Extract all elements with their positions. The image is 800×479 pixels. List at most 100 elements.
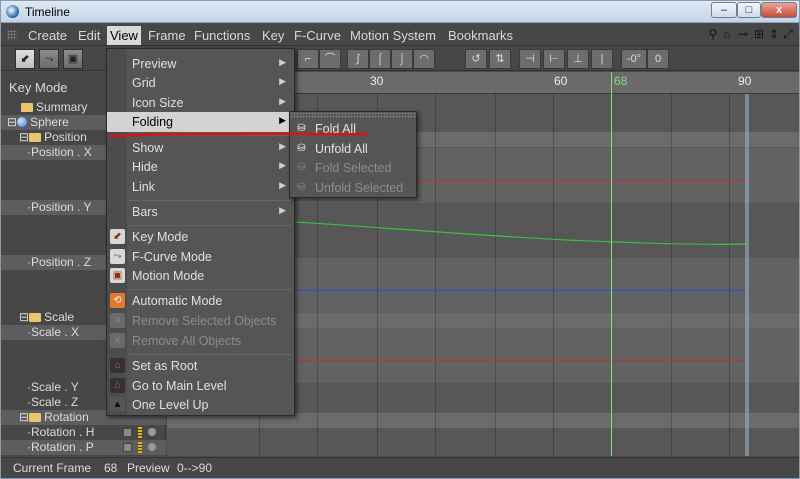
menu-item-label: F-Curve Mode — [132, 250, 212, 264]
tree-label: ·Rotation . H — [27, 425, 95, 439]
tree-item-rotation-p[interactable]: ·Rotation . P — [1, 440, 166, 455]
menu-item-label: Motion Mode — [132, 269, 205, 283]
scroll-icon[interactable]: ⇕ — [768, 28, 780, 40]
menu-bar: Create Edit View Frame Functions Key F-C… — [1, 24, 799, 46]
track-icon[interactable] — [123, 428, 132, 437]
grid-line — [435, 94, 436, 456]
menu-item-main-level[interactable]: ⌂ Go to Main Level — [107, 376, 294, 396]
spline-icon[interactable]: ∫ — [347, 49, 369, 69]
menu-item-set-as-root[interactable]: ⌂ Set as Root — [107, 356, 294, 376]
submenu-grip — [290, 112, 416, 118]
tree-label-text: Rotation . P — [31, 440, 94, 454]
menu-item-remove-selected[interactable]: ⨯ Remove Selected Objects — [107, 311, 294, 331]
menu-item-preview[interactable]: Preview ▶ — [107, 54, 294, 74]
menu-item-motion-mode[interactable]: ▣ Motion Mode — [107, 266, 294, 286]
ease-icon[interactable]: ◠ — [413, 49, 435, 69]
clamp-icon[interactable]: ⊥ — [567, 49, 589, 69]
submenu-item-label: Fold Selected — [315, 161, 392, 175]
track-dot-icon[interactable] — [148, 428, 156, 436]
chevron-right-icon: ▶ — [279, 141, 286, 151]
menu-item-label: Icon Size — [132, 96, 184, 110]
app-icon — [6, 5, 19, 18]
lock-tangent-icon[interactable]: ⊣ — [519, 49, 541, 69]
menu-frame[interactable]: Frame — [145, 27, 189, 44]
menu-item-icon-size[interactable]: Icon Size ▶ — [107, 93, 294, 113]
menu-key[interactable]: Key — [259, 27, 287, 44]
track-bar-icon — [138, 427, 142, 438]
menu-create[interactable]: Create — [25, 27, 70, 44]
key-mode-icon[interactable]: ⬋ — [15, 49, 35, 69]
menu-item-bars[interactable]: Bars ▶ — [107, 202, 294, 222]
menu-edit[interactable]: Edit — [75, 27, 103, 44]
chevron-right-icon: ▶ — [279, 96, 286, 106]
menu-motion-system[interactable]: Motion System — [347, 27, 439, 44]
annotation-path — [109, 132, 369, 139]
tree-label-text: Position . Y — [31, 200, 92, 214]
current-frame-line[interactable] — [611, 72, 612, 456]
menu-bookmarks[interactable]: Bookmarks — [445, 27, 516, 44]
rotate-tangent-icon[interactable]: | — [591, 49, 613, 69]
menu-functions[interactable]: Functions — [191, 27, 253, 44]
menu-item-label: Bars — [132, 205, 158, 219]
tree-label: ·Scale . Y — [27, 380, 79, 394]
fcurve-mode-icon[interactable]: ⤳ — [39, 49, 59, 69]
auto-mode-icon: ⟲ — [110, 293, 125, 308]
sphere-icon — [17, 117, 28, 127]
tree-label: Scale — [44, 310, 75, 324]
step-icon[interactable]: ⌒ — [319, 49, 341, 69]
close-button[interactable]: x — [761, 2, 797, 18]
track-dot-icon[interactable] — [148, 443, 156, 451]
status-frame-label: Current Frame — [13, 461, 92, 475]
menu-item-label: Automatic Mode — [132, 294, 223, 308]
link-icon[interactable]: ⊸ — [737, 28, 749, 40]
linear-icon[interactable]: ⌐ — [297, 49, 319, 69]
menu-view[interactable]: View — [107, 26, 141, 45]
submenu-item-unfold-all[interactable]: ⛁ Unfold All — [290, 139, 416, 159]
track-icon[interactable] — [123, 443, 132, 452]
layout-icon[interactable]: ⊞ — [753, 28, 765, 40]
zero-angle-icon[interactable]: -0° — [621, 49, 647, 69]
submenu-item-label: Unfold All — [315, 142, 368, 156]
unfold-selected-icon: ⛁ — [297, 182, 306, 193]
submenu-item-fold-selected[interactable]: ⛁ Fold Selected — [290, 158, 416, 178]
submenu-item-unfold-selected[interactable]: ⛁ Unfold Selected — [290, 178, 416, 198]
submenu-item-label: Unfold Selected — [315, 181, 404, 195]
status-frame-value: 68 — [104, 461, 118, 475]
tangent-icon[interactable]: ↺ — [465, 49, 487, 69]
ease-out-icon[interactable]: ⌡ — [391, 49, 413, 69]
motion-mode-icon[interactable]: ▣ — [63, 49, 83, 69]
tree-label: Position — [44, 130, 87, 144]
tree-item-rotation-h[interactable]: ·Rotation . H — [1, 425, 166, 440]
tree-label-text: Rotation . H — [31, 425, 95, 439]
menu-item-label: Folding — [132, 115, 173, 129]
menu-item-hide[interactable]: Hide ▶ — [107, 157, 294, 177]
menu-item-remove-all[interactable]: ⨯ Remove All Objects — [107, 331, 294, 351]
break-tangent-icon[interactable]: ⇅ — [489, 49, 511, 69]
menu-grip[interactable] — [7, 30, 17, 40]
menu-item-label: Key Mode — [132, 230, 189, 244]
home-icon[interactable]: ⌂ — [721, 28, 733, 40]
menu-item-label: Remove All Objects — [132, 334, 242, 348]
menu-item-one-level-up[interactable]: ▲ One Level Up — [107, 395, 294, 415]
chevron-right-icon: ▶ — [279, 205, 286, 215]
key-mode-icon: ⬋ — [110, 229, 125, 244]
folder-icon — [29, 413, 42, 422]
minimize-button[interactable]: – — [711, 2, 737, 18]
search-icon[interactable]: ⚲ — [707, 28, 719, 40]
menu-item-automatic-mode[interactable]: ⟲ Automatic Mode — [107, 291, 294, 311]
end-marker[interactable] — [745, 94, 749, 456]
menu-item-link[interactable]: Link ▶ — [107, 177, 294, 197]
zero-icon[interactable]: 0 — [647, 49, 669, 69]
zero-length-icon[interactable]: ⊢ — [543, 49, 565, 69]
ease-in-icon[interactable]: ⌠ — [369, 49, 391, 69]
tree-label-text: Position . X — [31, 145, 92, 159]
menu-item-key-mode[interactable]: ⬋ Key Mode — [107, 227, 294, 247]
menu-item-grid[interactable]: Grid ▶ — [107, 73, 294, 93]
menu-separator — [129, 354, 292, 355]
maximize-button[interactable]: □ — [737, 2, 761, 18]
menu-item-fcurve-mode[interactable]: ⤳ F-Curve Mode — [107, 247, 294, 267]
menu-item-show[interactable]: Show ▶ — [107, 138, 294, 158]
expand-icon[interactable]: ⤢ — [782, 28, 794, 40]
menu-fcurve[interactable]: F-Curve — [291, 27, 344, 44]
panel-header: Key Mode — [9, 80, 68, 95]
